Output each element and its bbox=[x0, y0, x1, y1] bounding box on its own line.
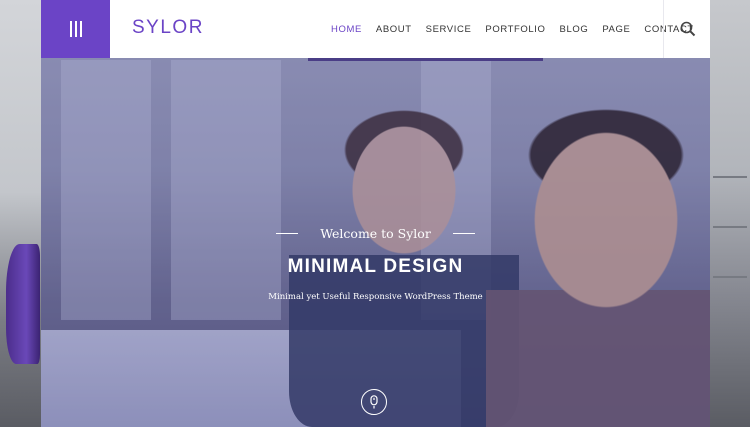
background-purple-stool bbox=[6, 244, 40, 364]
background-shelf bbox=[713, 176, 747, 178]
menu-toggle-button[interactable] bbox=[41, 0, 110, 58]
site-logo[interactable]: SYLOR bbox=[132, 17, 204, 39]
divider-line-left bbox=[276, 233, 299, 234]
hero-image bbox=[41, 0, 710, 427]
header-accent-bar bbox=[308, 58, 543, 61]
nav-item-service[interactable]: SERVICE bbox=[426, 24, 472, 35]
site-header: SYLOR HOME ABOUT SERVICE PORTFOLIO BLOG … bbox=[41, 0, 710, 58]
nav-item-home[interactable]: HOME bbox=[331, 24, 362, 35]
hero-headline: MINIMAL DESIGN bbox=[287, 256, 464, 277]
background-shelf bbox=[713, 276, 747, 278]
scroll-down-button[interactable] bbox=[361, 389, 387, 415]
nav-item-portfolio[interactable]: PORTFOLIO bbox=[485, 24, 545, 35]
search-icon bbox=[680, 21, 695, 37]
nav-item-about[interactable]: ABOUT bbox=[376, 24, 412, 35]
hamburger-vertical-icon bbox=[69, 21, 82, 37]
hero-welcome-row: Welcome to Sylor bbox=[41, 226, 710, 241]
hero-subline: Minimal yet Useful Responsive WordPress … bbox=[268, 292, 483, 302]
hero-welcome-text: Welcome to Sylor bbox=[320, 226, 431, 241]
mouse-scroll-icon bbox=[370, 395, 378, 409]
nav-item-page[interactable]: PAGE bbox=[602, 24, 630, 35]
background-right-edge bbox=[710, 0, 750, 427]
main-nav: HOME ABOUT SERVICE PORTFOLIO BLOG PAGE C… bbox=[331, 0, 708, 58]
search-button[interactable] bbox=[663, 0, 711, 58]
divider-line-right bbox=[452, 233, 475, 234]
background-shelf bbox=[713, 226, 747, 228]
hero-overlay bbox=[41, 0, 710, 427]
nav-item-blog[interactable]: BLOG bbox=[560, 24, 589, 35]
